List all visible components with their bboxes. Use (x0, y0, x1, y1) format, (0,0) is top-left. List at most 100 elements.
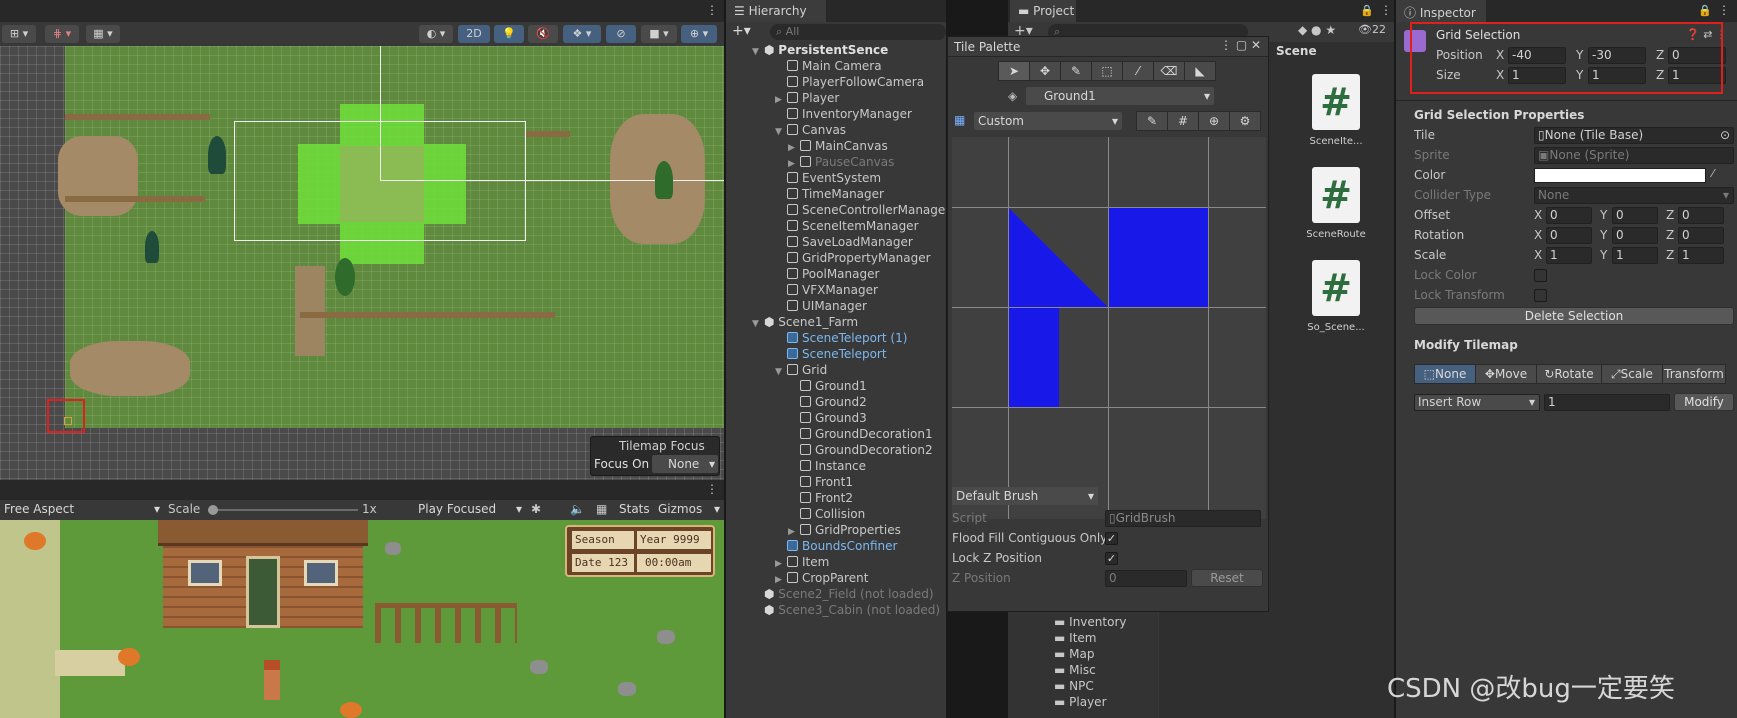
hierarchy-item[interactable]: TimeManager (775, 186, 884, 202)
project-folder[interactable]: ▬ NPC (1054, 679, 1094, 695)
hierarchy-item[interactable]: ▶ MainCanvas (788, 138, 888, 154)
gizmo-toggle-icon[interactable]: ⊕ (1198, 111, 1230, 131)
hierarchy-panel[interactable]: ☰ Hierarchy 🔒 +▾ ⌕ All ▼⬢ PersistentSenc… (726, 0, 946, 718)
hierarchy-item[interactable]: ▼ Grid (775, 362, 827, 378)
audio-icon[interactable]: 🔈 (570, 502, 585, 516)
add-object-button[interactable]: +▾ (732, 23, 751, 39)
scale-slider-thumb[interactable] (208, 505, 218, 515)
hierarchy-item[interactable]: Instance (788, 458, 866, 474)
project-folder[interactable]: ▬ Item (1054, 631, 1096, 647)
filter-icons[interactable]: ◆ ● ★ (1298, 23, 1336, 37)
hierarchy-item[interactable]: SaveLoadManager (775, 234, 913, 250)
project-folder[interactable]: ▬ Misc (1054, 663, 1096, 679)
rotation-z-field[interactable]: 0 (1678, 227, 1724, 244)
modify-tool-rotate[interactable]: ↻Rotate (1536, 364, 1602, 384)
hierarchy-item[interactable]: VFXManager (775, 282, 878, 298)
hierarchy-item[interactable]: ⬢ Scene2_Field (not loaded) (752, 586, 934, 602)
aspect-dropdown[interactable]: Free Aspect ▾ (4, 502, 160, 518)
tile-square[interactable] (1109, 208, 1208, 307)
hierarchy-item[interactable]: Ground3 (788, 410, 867, 426)
hierarchy-item[interactable]: SceneControllerManager (775, 202, 946, 218)
palette-grid[interactable] (952, 137, 1266, 519)
flood-fill-checkbox[interactable]: ✓ (1105, 532, 1118, 545)
grid-snap-button[interactable]: ⋕ ▾ (45, 25, 79, 43)
hidden-objects-icon[interactable]: ⊘ (606, 25, 636, 43)
hierarchy-item[interactable]: ▶ PauseCanvas (788, 154, 894, 170)
grid-visibility-button[interactable]: ▦ ▾ (86, 25, 120, 43)
eyedropper-icon[interactable]: ⁄ (1712, 167, 1714, 180)
tab-project[interactable]: ▬ Project (1010, 0, 1076, 22)
tile-triangle[interactable] (1009, 208, 1108, 307)
hierarchy-item[interactable]: UIManager (775, 298, 867, 314)
color-swatch[interactable] (1534, 168, 1706, 183)
palette-dropdown[interactable]: Custom ▾ (974, 112, 1122, 130)
hierarchy-item[interactable]: ▶ GridProperties (788, 522, 901, 538)
project-folder[interactable]: ▬ Inventory (1054, 615, 1126, 631)
hierarchy-item[interactable]: Main Camera (775, 58, 882, 74)
transform-tools-button[interactable]: ⊞ ▾ (2, 25, 36, 43)
hierarchy-item[interactable]: ▼ ⬢ Scene1_Farm (726, 314, 946, 330)
fill-tool-icon[interactable]: ◣ (1184, 61, 1216, 81)
script-asset[interactable]: # SceneIte... (1294, 70, 1384, 158)
shading-mode-button[interactable]: ◐ ▾ (419, 25, 453, 43)
hierarchy-item[interactable]: GroundDecoration1 (788, 426, 933, 442)
hierarchy-item[interactable]: ▶ CropParent (775, 570, 868, 586)
gizmos-dropdown[interactable]: Gizmos ▾ (658, 502, 720, 516)
project-folder[interactable]: ▬ Player (1054, 695, 1107, 711)
scale-x-field[interactable]: 1 (1546, 247, 1592, 264)
snap-toggle-icon[interactable]: ⚙ (1229, 111, 1261, 131)
reset-button[interactable]: Reset (1191, 569, 1263, 587)
hierarchy-item[interactable]: GridPropertyManager (775, 250, 931, 266)
hierarchy-tree[interactable]: ▼ ⬢ PersistentSence Main Camera PlayerFollo… (726, 42, 946, 622)
offset-z-field[interactable]: 0 (1678, 207, 1724, 224)
tab-hierarchy[interactable]: ☰ Hierarchy (726, 0, 826, 22)
offset-x-field[interactable]: 0 (1546, 207, 1592, 224)
more-icon[interactable]: ⋮ (1718, 3, 1730, 17)
insert-row-dropdown[interactable]: Insert Row ▾ (1414, 394, 1540, 411)
hierarchy-item[interactable]: SceneTeleport (1) (775, 330, 907, 346)
hierarchy-item[interactable]: ▼ Canvas (775, 122, 846, 138)
tilemap-canvas[interactable] (0, 46, 724, 480)
hierarchy-item[interactable]: Front2 (788, 490, 853, 506)
lock-icon[interactable]: 🔒 (1360, 4, 1374, 17)
gizmos-scene-icon[interactable]: ⊕ ▾ (681, 25, 717, 43)
game-render[interactable]: Season Year 9999 Date 123 00:00am (0, 520, 724, 718)
expand-arrow-icon[interactable]: ▼ (775, 124, 787, 140)
eraser-tool-icon[interactable]: ⌫ (1153, 61, 1185, 81)
inspector-panel[interactable]: ⓘ Inspector 🔒 ⋮ Grid Selection ❓ ⇄ ⋮ Pos… (1396, 0, 1737, 718)
hierarchy-item[interactable]: BoundsConfiner (775, 538, 897, 554)
tile-bar[interactable] (1009, 308, 1059, 407)
audio-toggle-icon[interactable]: 🔇 (528, 25, 558, 43)
focus-dropdown[interactable]: None ▾ (652, 455, 718, 473)
grid-toggle-icon[interactable]: # (1167, 111, 1199, 131)
hierarchy-search-input[interactable]: ⌕ All (770, 24, 946, 40)
lock-icon[interactable]: 🔒 (1698, 4, 1712, 17)
hierarchy-item[interactable]: PlayerFollowCamera (775, 74, 924, 90)
hierarchy-item[interactable]: Collision (788, 506, 865, 522)
game-view[interactable]: ⋮ Free Aspect ▾ Scale 1x Play Focused ▾ ✱ … (0, 480, 724, 718)
picker-tool-icon[interactable]: ⁄ (1122, 61, 1154, 81)
hierarchy-item[interactable]: Front1 (788, 474, 853, 490)
lock-z-checkbox[interactable]: ✓ (1105, 552, 1118, 565)
toggle-2d-button[interactable]: 2D (458, 25, 490, 43)
active-tilemap-dropdown[interactable]: ◈ Ground1 ▾ (1008, 87, 1214, 105)
modify-tool-strip[interactable]: ⬚None ✥Move ↻Rotate ⤢Scale Transform (1414, 364, 1734, 384)
offset-y-field[interactable]: 0 (1612, 207, 1658, 224)
hierarchy-item[interactable]: ▼ ⬢ PersistentSence (726, 42, 946, 58)
more-icon[interactable]: ⋮ (706, 3, 718, 17)
project-folder[interactable]: ▬ Map (1054, 647, 1094, 663)
script-asset[interactable]: # So_Scene... (1294, 256, 1384, 344)
stats-button[interactable]: Stats (619, 502, 650, 516)
delete-selection-button[interactable]: Delete Selection (1414, 307, 1734, 325)
keyboard-icon[interactable]: ▦ (596, 502, 607, 516)
select-tool-icon[interactable]: ➤ (998, 61, 1030, 81)
hierarchy-item[interactable]: ▶ Player (775, 90, 839, 106)
modify-tool-none[interactable]: ⬚None (1414, 364, 1476, 384)
play-mode-dropdown[interactable]: Play Focused ▾ (418, 502, 522, 518)
move-tool-icon[interactable]: ✥ (1029, 61, 1061, 81)
more-icon[interactable]: ⋮ (706, 482, 718, 496)
scale-z-field[interactable]: 1 (1678, 247, 1724, 264)
camera-settings-icon[interactable]: ■ ▾ (641, 25, 677, 43)
scale-y-field[interactable]: 1 (1612, 247, 1658, 264)
paint-tool-icon[interactable]: ✎ (1060, 61, 1092, 81)
